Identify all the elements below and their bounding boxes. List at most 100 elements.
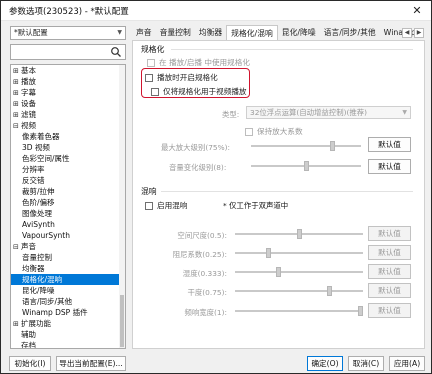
tree-item[interactable]: 昆化/降噪 <box>11 285 125 296</box>
normalize-video-only-checkbox[interactable]: 仅将规格化用于视频播放 <box>151 86 247 97</box>
type-select-value: 32位浮点运算(自动增益控制)(推荐) <box>250 108 368 117</box>
tree-item[interactable]: Winamp DSP 插件 <box>11 307 125 318</box>
slider-thumb[interactable] <box>358 306 363 316</box>
max-amp-default-button[interactable]: 默认值 <box>368 137 411 152</box>
tree-item[interactable]: 色彩空间/属性 <box>11 153 125 164</box>
tree-item[interactable]: 反交错 <box>11 175 125 186</box>
tree-item[interactable]: 均衡器 <box>11 263 125 274</box>
init-button[interactable]: 初始化(I) <box>9 356 51 371</box>
tab-prev-button[interactable]: ◀ <box>402 28 412 38</box>
tree-scroll-thumb[interactable] <box>120 295 124 347</box>
normalize-always-checkbox[interactable]: 在 播放/启播 中使用规格化 <box>147 57 250 68</box>
tree-item[interactable]: 辅助 <box>11 329 125 340</box>
preset-select[interactable]: *默认配置 ▼ <box>10 26 126 40</box>
tree-item-label: Winamp DSP 插件 <box>22 308 88 317</box>
tree-item[interactable]: ⊞ 设备 <box>11 98 125 109</box>
type-select[interactable]: 32位浮点运算(自动增益控制)(推荐) ▼ <box>246 106 411 119</box>
tree-item[interactable]: 存档 <box>11 340 125 348</box>
keep-amp-checkbox[interactable]: 保持放大系数 <box>245 126 303 137</box>
reverb-param-default-button[interactable]: 默认值 <box>368 264 411 279</box>
apply-button[interactable]: 应用(A) <box>389 356 425 371</box>
reverb-param-default-button[interactable]: 默认值 <box>368 245 411 260</box>
max-amp-label: 最大放大级别(75%): <box>161 143 231 152</box>
reverb-param-slider[interactable] <box>235 306 363 316</box>
tree-item-label: 播放 <box>21 77 36 86</box>
slider-track <box>235 252 363 254</box>
tree-item[interactable]: VapourSynth <box>11 230 125 241</box>
tree-item[interactable]: ⊞ 播放 <box>11 76 125 87</box>
slider-track <box>251 145 361 147</box>
tree-item[interactable]: 规格化/混响 <box>11 274 125 285</box>
slider-thumb[interactable] <box>330 141 335 151</box>
tree-item-label: 图像处理 <box>22 209 52 218</box>
vol-change-default-button[interactable]: 默认值 <box>368 159 411 174</box>
close-icon[interactable]: ✕ <box>409 3 425 19</box>
normalize-on-play-checkbox[interactable]: 播放时开启规格化 <box>145 72 218 83</box>
enable-reverb-checkbox[interactable]: 启用混响 <box>145 200 187 211</box>
tree-item-label: AviSynth <box>22 220 55 229</box>
tree-item-label: 昆化/降噪 <box>22 286 55 295</box>
reverb-param-slider[interactable] <box>235 248 363 258</box>
normalize-always-label: 在 播放/启播 中使用规格化 <box>159 58 250 67</box>
stereo-note: * 仅工作于双声道中 <box>223 201 289 210</box>
tree-item[interactable]: 裁剪/拉伸 <box>11 186 125 197</box>
tab-item[interactable]: 昆化/降噪 <box>278 25 320 40</box>
slider-thumb[interactable] <box>266 248 271 258</box>
reverb-param-slider[interactable] <box>235 267 363 277</box>
export-config-button[interactable]: 导出当前配置(E)... <box>56 356 126 371</box>
enable-reverb-label: 启用混响 <box>157 201 188 210</box>
reverb-param-label: 空间尺度(0.5): <box>177 231 227 240</box>
tree-item-label: VapourSynth <box>22 231 70 240</box>
tree-item-label: 语言/同步/其他 <box>22 297 73 306</box>
tab-item[interactable]: 语言/同步/其他 <box>320 25 380 40</box>
slider-thumb[interactable] <box>327 286 332 296</box>
tree-item[interactable]: ⊞ 字幕 <box>11 87 125 98</box>
tree-item[interactable]: 像素着色器 <box>11 131 125 142</box>
vol-change-slider[interactable] <box>251 161 361 171</box>
max-amp-slider[interactable] <box>251 141 361 151</box>
search-input[interactable] <box>10 44 126 60</box>
tree-item[interactable]: ⊟ 声音 <box>11 241 125 252</box>
tree-item[interactable]: 音量控制 <box>11 252 125 263</box>
tab-item[interactable]: 均衡器 <box>195 25 226 40</box>
reverb-param-slider[interactable] <box>235 229 363 239</box>
tab-item[interactable]: 音量控制 <box>156 25 195 40</box>
tree-item-label: 3D 视频 <box>22 143 50 152</box>
tab-next-button[interactable]: ▶ <box>414 28 424 38</box>
tree-item[interactable]: 3D 视频 <box>11 142 125 153</box>
tree-item[interactable]: 色阶/偏移 <box>11 197 125 208</box>
reverb-param-default-button[interactable]: 默认值 <box>368 283 411 298</box>
tree-item[interactable]: AviSynth <box>11 219 125 230</box>
tree-item[interactable]: 分辨率 <box>11 164 125 175</box>
tree-item[interactable]: ⊞ 滤镜 <box>11 109 125 120</box>
tree-item[interactable]: 图像处理 <box>11 208 125 219</box>
slider-thumb[interactable] <box>297 229 302 239</box>
chevron-down-icon: ▼ <box>117 29 122 36</box>
tree-item[interactable]: ⊞ 扩展功能 <box>11 318 125 329</box>
reverb-param-default-button[interactable]: 默认值 <box>368 303 411 318</box>
slider-track <box>235 271 363 273</box>
tree-item-label: 音量控制 <box>22 253 52 262</box>
reverb-param-default-button[interactable]: 默认值 <box>368 226 411 241</box>
tab-item[interactable]: 声音 <box>132 25 156 40</box>
reverb-divider <box>161 191 413 192</box>
tree-item[interactable]: 语言/同步/其他 <box>11 296 125 307</box>
tree-item[interactable]: ⊞ 基本 <box>11 65 125 76</box>
cancel-button[interactable]: 取消(C) <box>348 356 384 371</box>
tree-item-label: 基本 <box>21 66 36 75</box>
tab-item[interactable]: 规格化/混响 <box>226 25 278 40</box>
checkbox-box <box>151 87 159 96</box>
reverb-param-label: 频响宽度(1): <box>184 308 227 317</box>
checkbox-box <box>245 127 253 136</box>
slider-thumb[interactable] <box>276 267 281 277</box>
tree-item-label: 分辨率 <box>22 165 45 174</box>
tree-item-label: 反交错 <box>22 176 45 185</box>
tree-item[interactable]: ⊟ 视频 <box>11 120 125 131</box>
tree-item-label: 扩展功能 <box>21 319 51 328</box>
keep-amp-label: 保持放大系数 <box>257 127 303 136</box>
tree-item-label: 滤镜 <box>21 110 36 119</box>
ok-button[interactable]: 确定(O) <box>307 356 343 371</box>
slider-thumb[interactable] <box>304 161 309 171</box>
tree-scrollbar[interactable] <box>119 65 125 348</box>
reverb-param-slider[interactable] <box>235 286 363 296</box>
